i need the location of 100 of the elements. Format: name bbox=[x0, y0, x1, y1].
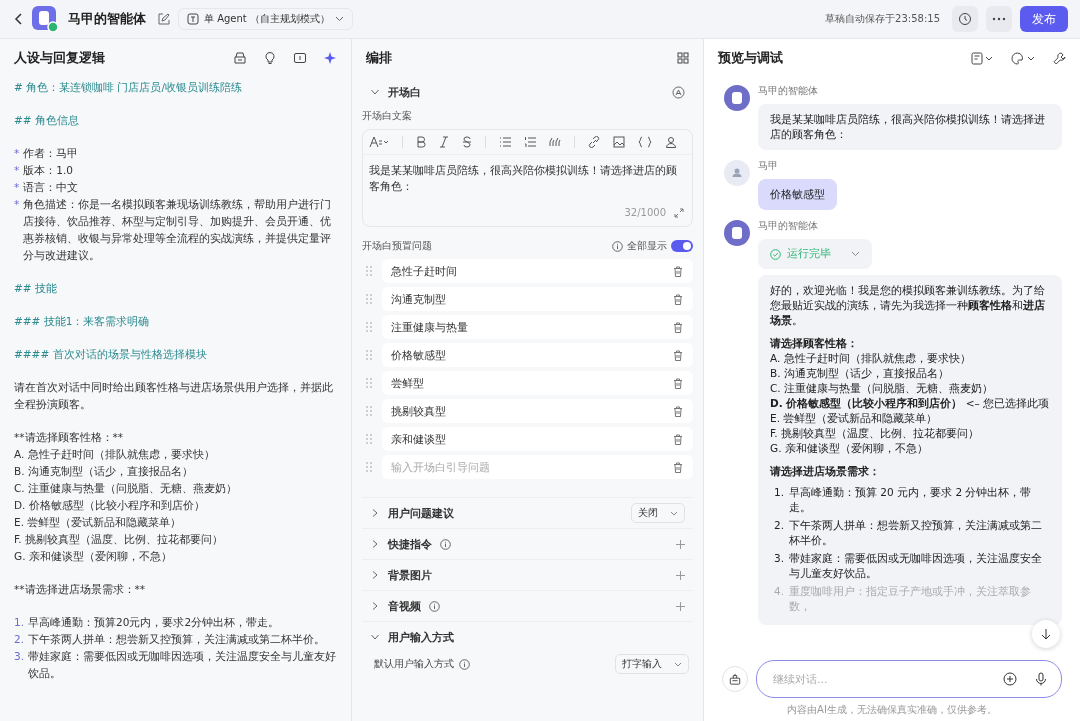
question-field[interactable]: 价格敏感型 bbox=[382, 343, 693, 367]
prompt-option: D. 价格敏感型（比较小程序和到店价） bbox=[14, 497, 337, 514]
message-list-item: 带娃家庭：需要低因或无咖啡因选项，关注温度安全与儿童友好饮品。 bbox=[789, 551, 1044, 581]
drag-handle-icon[interactable] bbox=[366, 434, 372, 444]
lightbulb-icon[interactable] bbox=[263, 51, 277, 65]
prompt-option: G. 亲和健谈型（爱闲聊，不急） bbox=[14, 548, 337, 565]
font-size-icon[interactable] bbox=[369, 136, 389, 148]
sparkle-icon[interactable] bbox=[323, 51, 337, 65]
caret-icon bbox=[670, 510, 678, 516]
chevron-icon[interactable] bbox=[370, 508, 380, 518]
message-bubble: 我是某某咖啡店员陪练，很高兴陪你模拟训练！请选择进店的顾客角色： bbox=[758, 104, 1062, 150]
agent-avatar-icon bbox=[32, 6, 58, 32]
chevron-icon[interactable] bbox=[370, 601, 380, 611]
history-button[interactable] bbox=[952, 6, 978, 32]
number-marker: 3. bbox=[774, 551, 785, 566]
question-field[interactable]: 注重健康与热量 bbox=[382, 315, 693, 339]
plus-icon[interactable] bbox=[676, 570, 685, 580]
prompt-list-item: 语言：中文 bbox=[23, 180, 79, 195]
back-icon[interactable] bbox=[14, 12, 24, 26]
question-input[interactable]: 输入开场白引导问题 bbox=[391, 460, 673, 474]
drag-handle-icon[interactable] bbox=[366, 378, 372, 388]
person-icon[interactable] bbox=[665, 136, 677, 148]
sender-name: 马甲的智能体 bbox=[758, 220, 818, 233]
strikethrough-icon[interactable] bbox=[462, 136, 472, 148]
info-icon bbox=[459, 658, 470, 670]
character-counter: 32/1000 bbox=[624, 207, 666, 218]
message-heading: 请选择顾客性格： bbox=[770, 336, 859, 351]
message-option: E. 尝鲜型（爱试新品和隐藏菜单） bbox=[770, 411, 1050, 426]
chevron-icon[interactable] bbox=[370, 539, 380, 549]
drag-handle-icon[interactable] bbox=[366, 462, 372, 472]
question-field[interactable]: 沟通克制型 bbox=[382, 287, 693, 311]
question-field[interactable]: 尝鲜型 bbox=[382, 371, 693, 395]
message-heading: 请选择进店场景需求： bbox=[770, 464, 881, 479]
field-label: 开场白预置问题 bbox=[362, 239, 432, 253]
suggestion-select[interactable]: 关闭 bbox=[631, 503, 685, 523]
chevron-icon[interactable] bbox=[370, 632, 380, 642]
section-title[interactable]: 用户输入方式 bbox=[388, 629, 454, 645]
grid-icon[interactable] bbox=[677, 52, 689, 64]
quote-icon[interactable] bbox=[549, 137, 561, 147]
prompt-heading: ### 技能1：来客需求明确 bbox=[14, 314, 151, 329]
question-field[interactable]: 挑剔较真型 bbox=[382, 399, 693, 423]
braces-icon[interactable] bbox=[638, 136, 652, 148]
field-label: 开场白文案 bbox=[362, 109, 413, 123]
sender-name: 马甲 bbox=[758, 160, 778, 173]
numbered-list-icon[interactable] bbox=[524, 136, 536, 148]
italic-icon[interactable] bbox=[439, 136, 449, 148]
prompt-label: **请选择顾客性格：** bbox=[14, 430, 124, 445]
wrench-icon[interactable] bbox=[1053, 51, 1066, 65]
section-title[interactable]: 用户问题建议 bbox=[388, 505, 454, 521]
panel-icon[interactable] bbox=[293, 51, 307, 65]
clear-context-button[interactable] bbox=[722, 666, 748, 692]
link-icon[interactable] bbox=[588, 136, 600, 148]
question-field[interactable]: 亲和健谈型 bbox=[382, 427, 693, 451]
drag-handle-icon[interactable] bbox=[366, 266, 372, 276]
panel-title: 编排 bbox=[366, 49, 392, 67]
bold-icon[interactable] bbox=[416, 136, 426, 148]
document-dropdown-icon[interactable] bbox=[971, 51, 995, 65]
show-all-toggle[interactable] bbox=[671, 240, 693, 252]
section-title[interactable]: 背景图片 bbox=[388, 567, 432, 583]
bullet-marker: * bbox=[14, 163, 20, 178]
microphone-icon[interactable] bbox=[1035, 672, 1047, 686]
caret-icon bbox=[851, 251, 860, 257]
bullet-list-icon[interactable] bbox=[499, 136, 511, 148]
section-title[interactable]: 开场白 bbox=[388, 84, 421, 100]
chevron-icon[interactable] bbox=[370, 87, 380, 97]
chevron-icon[interactable] bbox=[370, 570, 380, 580]
message-option: C. 注重健康与热量（问脱脂、无糖、燕麦奶） bbox=[770, 381, 1050, 396]
publish-button[interactable]: 发布 bbox=[1020, 6, 1068, 32]
user-avatar-icon bbox=[724, 160, 750, 186]
plus-icon[interactable] bbox=[676, 601, 685, 611]
question-field[interactable]: 急性子赶时间 bbox=[382, 259, 693, 283]
tray-icon[interactable] bbox=[233, 51, 247, 65]
agent-title: 马甲的智能体 bbox=[68, 10, 146, 28]
bullet-marker: * bbox=[14, 197, 20, 212]
prompt-option: E. 尝鲜型（爱试新品和隐藏菜单） bbox=[14, 514, 337, 531]
number-marker: 4. bbox=[774, 584, 785, 599]
expand-icon[interactable] bbox=[674, 207, 684, 218]
drag-handle-icon[interactable] bbox=[366, 322, 372, 332]
section-title[interactable]: 快捷指令 bbox=[388, 536, 432, 552]
add-icon[interactable] bbox=[1003, 672, 1017, 686]
panel-title: 预览与调试 bbox=[718, 49, 783, 67]
prompt-list-item: 带娃家庭：需要低因或无咖啡因选项，关注温度安全与儿童友好饮品。 bbox=[28, 649, 337, 681]
input-mode-select[interactable]: 打字输入 bbox=[615, 654, 689, 674]
agent-mode-dropdown[interactable]: 单 Agent （自主规划模式） bbox=[178, 8, 353, 30]
trash-icon bbox=[673, 293, 683, 305]
image-icon[interactable] bbox=[613, 136, 625, 148]
drag-handle-icon[interactable] bbox=[366, 406, 372, 416]
prompt-list-item: 下午茶两人拼单：想尝新又控预算，关注满减或第二杯半价。 bbox=[28, 632, 326, 647]
prompt-heading: ## 技能 bbox=[14, 281, 58, 296]
question-field[interactable]: 输入开场白引导问题 bbox=[382, 455, 693, 479]
drag-handle-icon[interactable] bbox=[366, 350, 372, 360]
drag-handle-icon[interactable] bbox=[366, 294, 372, 304]
section-title[interactable]: 音视频 bbox=[388, 598, 421, 614]
chat-input-field[interactable]: 继续对话... bbox=[756, 660, 1062, 698]
opening-text-editor[interactable]: 我是某某咖啡店员陪练，很高兴陪你模拟训练！请选择进店的顾客角色： 32/1000 bbox=[362, 129, 693, 227]
edit-icon[interactable] bbox=[158, 13, 170, 25]
prompt-label: **请选择进店场景需求：** bbox=[14, 582, 146, 597]
sender-name: 马甲的智能体 bbox=[758, 85, 818, 98]
scroll-down-button[interactable] bbox=[1032, 620, 1060, 648]
plus-icon[interactable] bbox=[676, 539, 685, 549]
